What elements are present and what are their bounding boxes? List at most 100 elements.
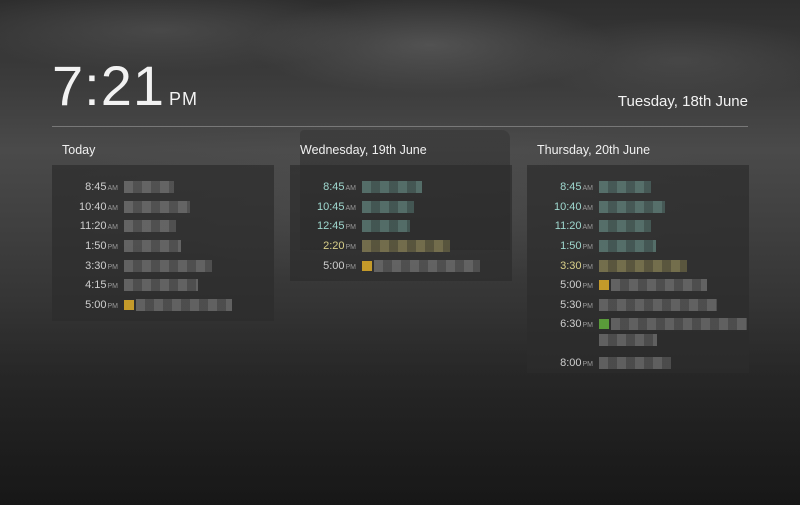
event-time: 8:45AM [290,181,356,193]
event-title-redacted [362,259,480,272]
event-time-suffix: PM [107,283,119,291]
event-time-value: 3:30 [560,259,582,272]
event-row[interactable]: 11:20AM [527,216,749,236]
header-divider [52,126,748,127]
event-time-suffix: AM [107,204,119,212]
event-title-redacted [599,259,687,272]
event-row[interactable]: 1:50PM [52,236,274,256]
event-time: 1:50PM [52,240,118,252]
event-row[interactable]: 2:20PM [290,236,512,256]
redacted-text-block [599,259,687,272]
clock-time: 7:21 [52,54,165,117]
redacted-text-block [599,356,671,369]
calendar-color-chip [599,318,609,329]
event-row[interactable]: 5:00PM [52,295,274,315]
day-title: Thursday, 20th June [537,143,651,157]
event-time-value: 5:30 [560,298,582,311]
event-time-value: 8:45 [560,180,582,193]
event-time-suffix: AM [345,184,357,192]
event-title-redacted [362,220,410,233]
redacted-text-block [611,317,747,330]
event-row[interactable]: 8:45AM [290,177,512,197]
event-time-value: 5:00 [85,298,107,311]
event-time: 5:30PM [527,299,593,311]
redacted-text-block [362,200,414,213]
event-title-redacted [599,317,747,346]
event-title-redacted [362,239,450,252]
event-time-value: 12:45 [316,220,345,233]
event-row[interactable]: 8:00PM [527,353,749,373]
event-time-value: 8:45 [85,180,107,193]
event-time-suffix: PM [107,263,119,271]
event-title-redacted [124,279,198,292]
event-time-value: 5:00 [560,279,582,292]
event-time: 8:00PM [527,357,593,369]
calendar-color-chip [124,299,134,310]
event-time: 10:40AM [52,201,118,213]
event-time: 1:50PM [527,240,593,252]
redacted-text-block [599,333,657,346]
event-row[interactable]: 6:30PM [527,315,749,353]
event-title-redacted [599,180,651,193]
redacted-text-block [362,180,422,193]
redacted-text-block [362,239,450,252]
day-column-thursday: Thursday, 20th June 8:45AM 10:40AM 11:20AM… [527,143,749,373]
calendar-color-chip [599,280,609,291]
clock: 7:21 PM [52,58,198,114]
event-time-suffix: PM [582,243,594,251]
event-time: 8:45AM [52,181,118,193]
day-events-panel: 8:45AM 10:40AM 11:20AM 1:50PM 3:30PM 4:15PM 5:… [52,165,274,321]
redacted-text-block [124,180,174,193]
event-time-value: 10:45 [316,200,345,213]
event-title-redacted [362,180,422,193]
event-time-suffix: PM [345,263,357,271]
event-row[interactable]: 8:45AM [527,177,749,197]
day-title: Today [62,143,96,157]
event-time: 6:30PM [527,318,593,330]
event-time: 2:20PM [290,240,356,252]
event-row[interactable]: 5:00PM [527,275,749,295]
event-row[interactable]: 5:30PM [527,295,749,315]
day-events-panel: 8:45AM 10:40AM 11:20AM 1:50PM 3:30PM 5:00PM 5:… [527,165,749,373]
event-row[interactable]: 3:30PM [527,256,749,276]
current-date: Tuesday, 18th June [617,93,748,110]
event-row[interactable]: 3:30PM [52,256,274,276]
redacted-text-block [599,200,665,213]
event-row[interactable]: 5:00PM [290,256,512,276]
event-time: 8:45AM [527,181,593,193]
event-title-redacted [599,356,671,369]
event-title-redacted [599,239,656,252]
event-time-value: 11:20 [554,220,582,233]
event-row[interactable]: 4:15PM [52,275,274,295]
redacted-text-block [599,239,656,252]
redacted-text-block [599,220,651,233]
event-time: 10:40AM [527,201,593,213]
event-row[interactable]: 12:45PM [290,216,512,236]
event-title-redacted [124,200,190,213]
event-time-suffix: PM [582,360,594,368]
event-time-suffix: PM [345,243,357,251]
event-time: 4:15PM [52,279,118,291]
event-time-suffix: AM [345,204,357,212]
event-time-value: 5:00 [323,259,345,272]
event-time-suffix: PM [345,224,357,232]
calendar-color-chip [362,260,372,271]
event-time-value: 2:20 [323,239,345,252]
event-row[interactable]: 11:20AM [52,216,274,236]
event-row[interactable]: 10:40AM [52,197,274,217]
event-time: 5:00PM [527,279,593,291]
day-events-panel: 8:45AM 10:45AM 12:45PM 2:20PM 5:00PM [290,165,512,281]
event-time: 3:30PM [52,260,118,272]
event-time-suffix: AM [582,184,594,192]
event-row[interactable]: 8:45AM [52,177,274,197]
clock-ampm: PM [169,89,198,109]
event-row[interactable]: 10:45AM [290,197,512,217]
event-title-redacted [124,220,176,233]
event-title-redacted [599,220,651,233]
redacted-text-block [599,180,651,193]
event-time-value: 10:40 [78,200,107,213]
event-time: 11:20AM [52,220,118,232]
event-row[interactable]: 10:40AM [527,197,749,217]
event-row[interactable]: 1:50PM [527,236,749,256]
event-time-suffix: PM [107,243,119,251]
